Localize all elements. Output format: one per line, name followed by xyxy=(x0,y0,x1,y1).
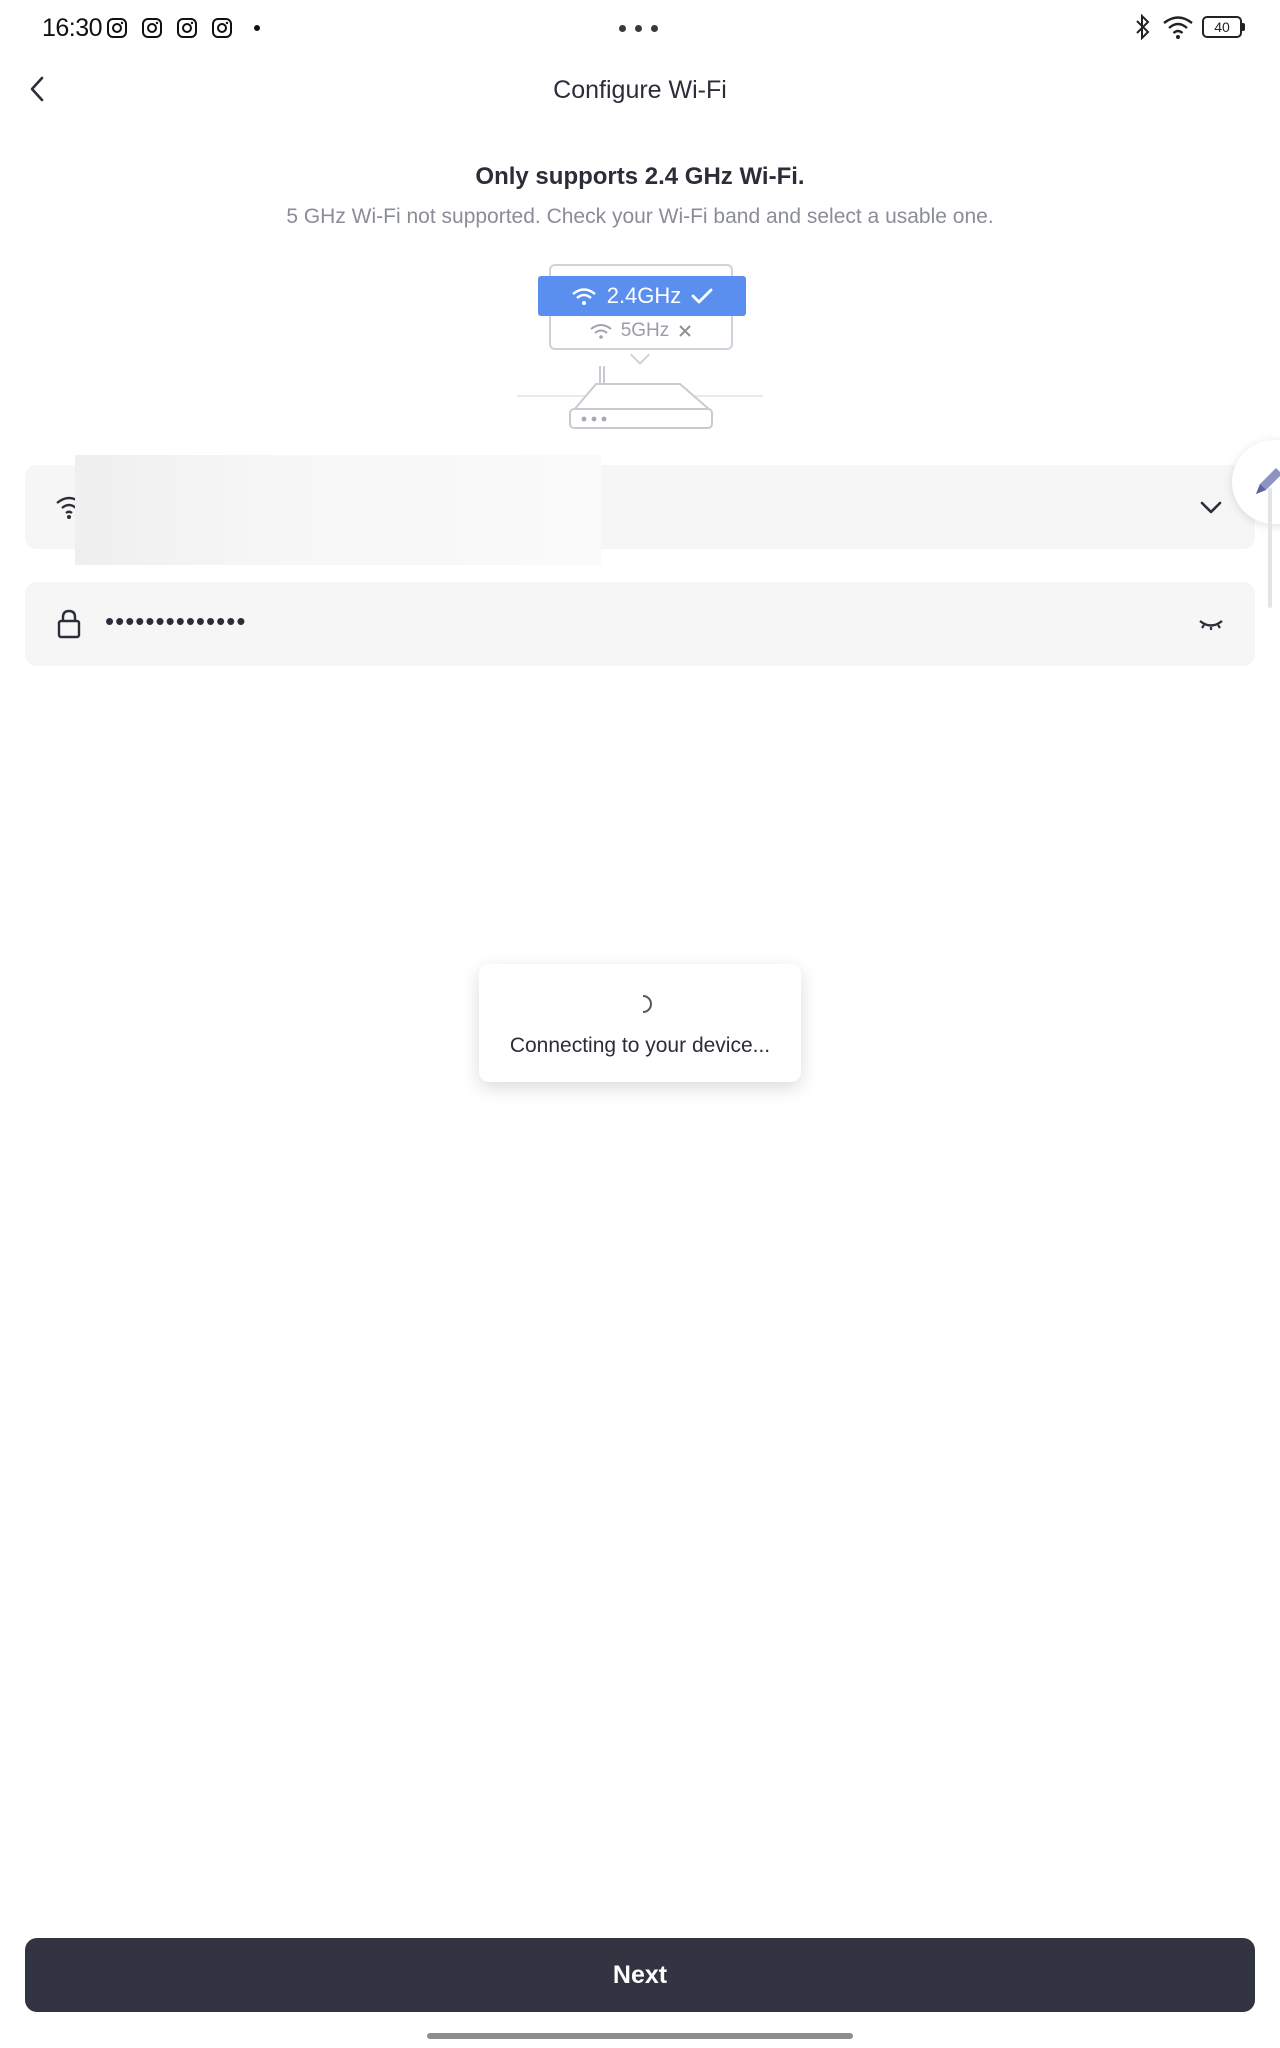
band-24ghz-label: 2.4GHz xyxy=(538,276,746,316)
password-field[interactable]: •••••••••••••• xyxy=(25,582,1255,666)
status-right: 40 xyxy=(1132,14,1245,40)
router-icon xyxy=(517,366,763,429)
hint-title: Only supports 2.4 GHz Wi-Fi. xyxy=(475,163,805,190)
header: Configure Wi-Fi xyxy=(0,62,1280,122)
wifi-icon xyxy=(590,324,612,339)
next-button[interactable]: Next xyxy=(25,1938,1255,2012)
band-5ghz-text: 5GHz xyxy=(620,320,670,341)
scroll-rail[interactable] xyxy=(1268,488,1272,608)
lock-icon xyxy=(57,609,81,639)
check-icon xyxy=(691,288,713,304)
loading-toast: Connecting to your device... xyxy=(479,964,801,1082)
home-indicator[interactable] xyxy=(427,2033,853,2039)
instagram-icon xyxy=(177,18,197,38)
pen-icon xyxy=(1256,468,1280,494)
wifi-band-illustration: 5GHz 2.4GHz xyxy=(512,262,768,432)
wifi-icon xyxy=(571,288,596,305)
instagram-icon xyxy=(142,18,162,38)
eye-closed-icon[interactable] xyxy=(1197,610,1225,638)
ssid-value xyxy=(75,455,601,565)
status-bar: 16:30 40 xyxy=(0,0,1280,56)
cross-icon xyxy=(679,325,691,337)
spinner-icon xyxy=(642,995,652,1013)
notification-icons xyxy=(106,17,233,39)
instagram-icon xyxy=(107,18,127,38)
notification-dot xyxy=(254,25,260,31)
wifi-icon xyxy=(1163,16,1193,39)
chevron-down-icon[interactable] xyxy=(1197,493,1225,521)
toast-message: Connecting to your device... xyxy=(509,1034,771,1057)
band-5ghz-label: 5GHz xyxy=(549,314,733,350)
instagram-icon xyxy=(212,18,232,38)
hint-subtitle: 5 GHz Wi-Fi not supported. Check your Wi… xyxy=(286,205,994,228)
page-title: Configure Wi-Fi xyxy=(553,76,727,104)
battery-icon: 40 xyxy=(1202,16,1245,38)
window-menu-dots[interactable] xyxy=(619,25,658,32)
status-time: 16:30 xyxy=(42,14,103,42)
band-24ghz-text: 2.4GHz xyxy=(606,283,682,308)
password-value[interactable]: •••••••••••••• xyxy=(105,606,246,637)
wifi-network-field[interactable] xyxy=(25,455,1255,565)
bluetooth-icon xyxy=(1136,14,1150,40)
